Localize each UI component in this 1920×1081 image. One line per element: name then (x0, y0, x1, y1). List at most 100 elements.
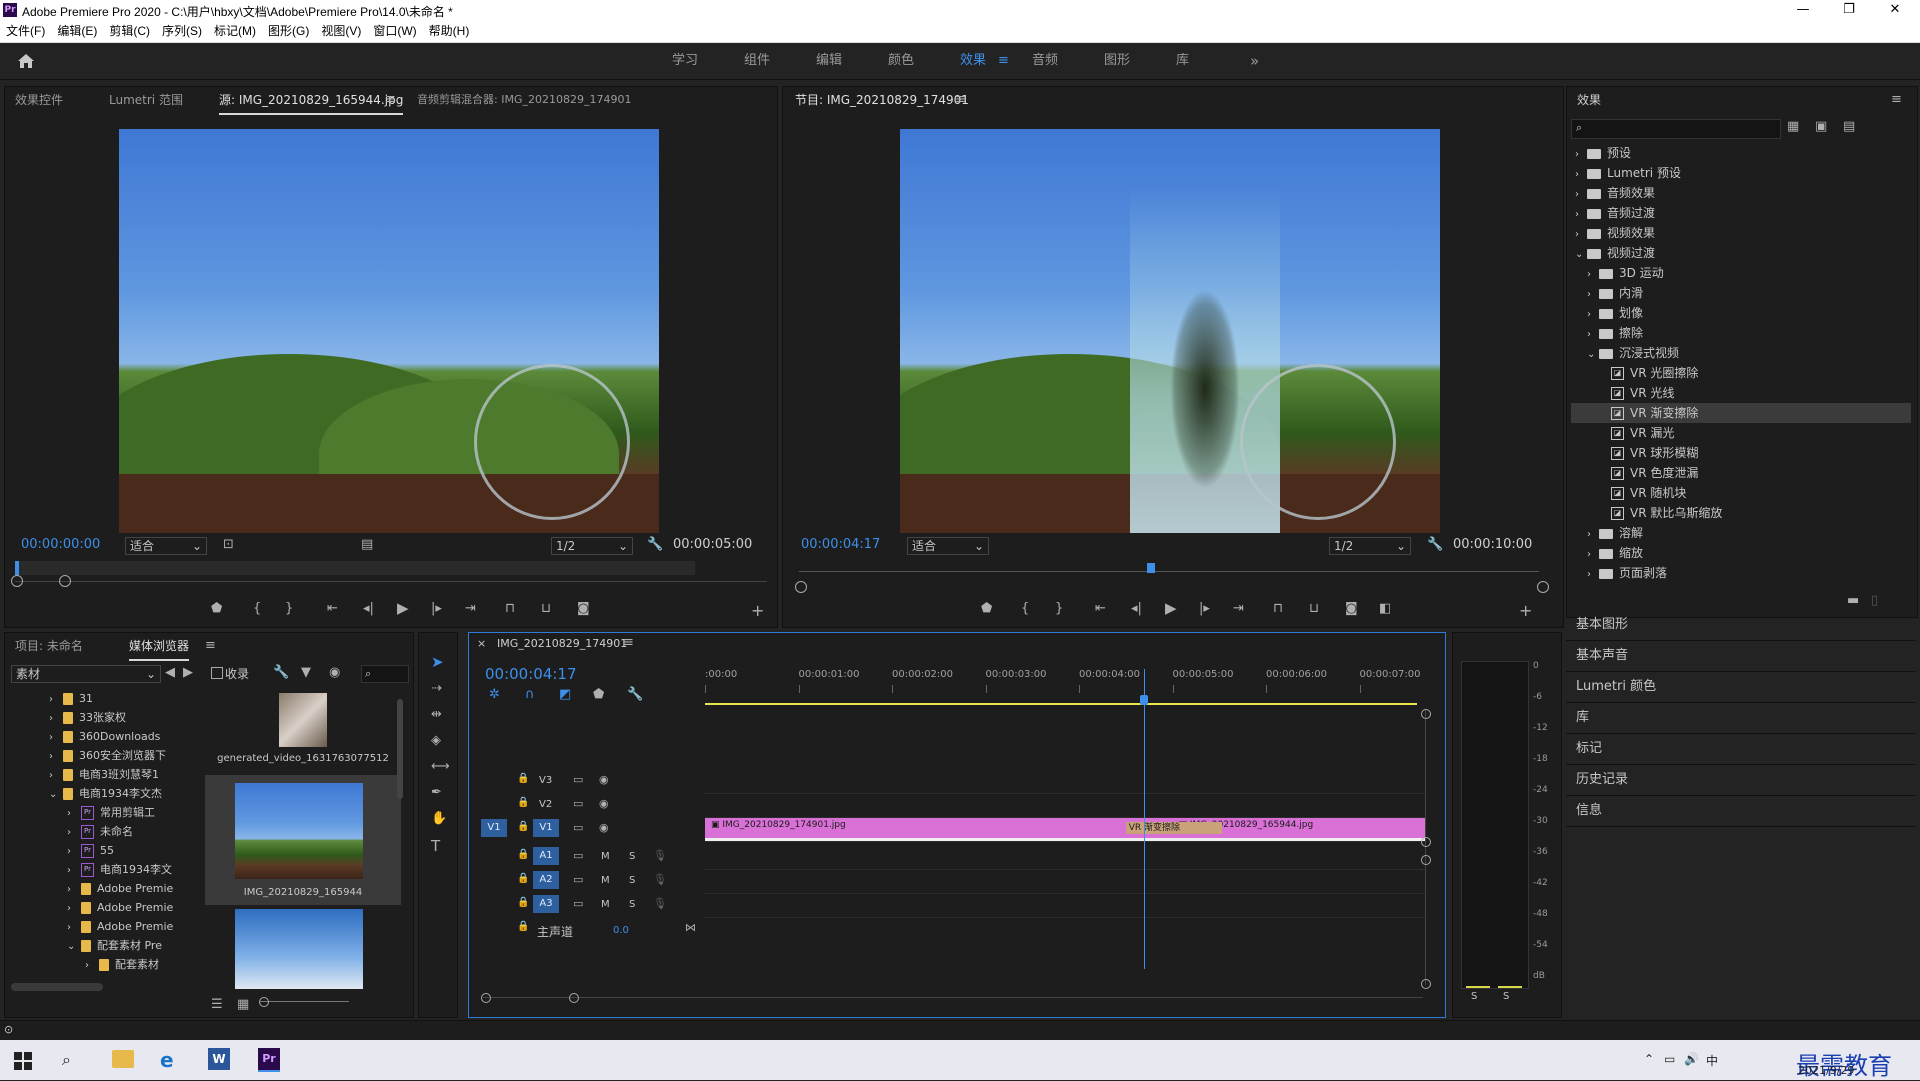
program-fit-dropdown[interactable]: 适合 ⌄ (907, 537, 989, 555)
thumbnail-item[interactable] (205, 909, 401, 989)
chevron-right-icon[interactable]: › (1587, 525, 1599, 545)
tab-effect-controls[interactable]: 效果控件 (15, 87, 63, 113)
play-icon[interactable]: ▶ (397, 599, 409, 617)
file-tree-item[interactable]: › Adobe Premie (9, 879, 205, 898)
program-video-frame[interactable] (900, 129, 1440, 533)
scroll-handle[interactable] (1421, 709, 1431, 719)
chevron-right-icon[interactable]: › (49, 766, 63, 785)
chevron-right-icon[interactable]: › (1587, 325, 1599, 345)
side-panel-tab[interactable]: 标记 (1566, 734, 1916, 765)
workspace-menu-icon[interactable]: ≡ (998, 43, 1009, 79)
lock-icon[interactable]: 🔒 (517, 821, 529, 832)
go-to-in-icon[interactable]: ⇤ (327, 601, 338, 616)
effects-tree-item[interactable]: ◪ VR 光圈擦除 (1571, 363, 1911, 383)
file-tree-item[interactable]: › Adobe Premie (9, 917, 205, 936)
file-tree-item[interactable]: › Pr 常用剪辑工 (9, 803, 205, 822)
menu-item[interactable]: 文件(F) (0, 20, 51, 42)
effects-tree-item[interactable]: › 预设 (1571, 143, 1911, 163)
filter-icon[interactable]: ▼ (301, 665, 311, 680)
solo-button[interactable]: S (629, 851, 635, 862)
delete-icon[interactable]: ▯ (1871, 593, 1878, 608)
chevron-right-icon[interactable]: › (1575, 145, 1587, 165)
camera-icon[interactable]: ◙ (1345, 601, 1358, 616)
mark-in-icon[interactable]: { (253, 601, 261, 616)
effects-tree-item[interactable]: › 缩放 (1571, 543, 1911, 563)
source-timecode[interactable]: 00:00:00:00 (21, 537, 100, 552)
chevron-right-icon[interactable]: › (49, 728, 63, 747)
workspace-tab-color[interactable]: 颜色 (888, 43, 914, 79)
workspace-tab-learn[interactable]: 学习 (672, 43, 698, 79)
play-icon[interactable]: ▶ (1165, 599, 1177, 617)
chevron-down-icon[interactable]: ⌄ (49, 785, 63, 804)
zoom-slider-handle[interactable] (259, 997, 269, 1007)
track-label-a2[interactable]: A2 (533, 871, 559, 889)
side-panel-tab[interactable]: 基本声音 (1566, 641, 1916, 672)
step-forward-icon[interactable]: |▸ (431, 601, 442, 616)
menu-item[interactable]: 帮助(H) (423, 20, 476, 42)
wrench-icon[interactable]: 🔧 (273, 665, 289, 680)
chevron-right-icon[interactable]: › (49, 747, 63, 766)
workspace-tab-audio[interactable]: 音频 (1032, 43, 1058, 79)
sequence-tab[interactable]: IMG_20210829_174901 (497, 637, 627, 650)
volume-icon[interactable]: 🔊 (1684, 1052, 1699, 1066)
effects-tree-item[interactable]: ◪ VR 色度泄漏 (1571, 463, 1911, 483)
chevron-right-icon[interactable]: › (49, 709, 63, 728)
windows-start-icon[interactable] (14, 1052, 32, 1070)
file-tree-item[interactable]: › 360安全浏览器下 (9, 746, 205, 765)
mark-out-icon[interactable]: } (285, 601, 293, 616)
eye-icon[interactable]: ◉ (599, 797, 609, 810)
back-arrow-icon[interactable]: ◀ (165, 665, 175, 680)
pen-tool-icon[interactable]: ✒ (431, 785, 442, 800)
go-to-in-icon[interactable]: ⇤ (1095, 601, 1106, 616)
track-label-v2[interactable]: V2 (539, 799, 552, 810)
effects-tree-item[interactable]: › 视频效果 (1571, 223, 1911, 243)
chevron-down-icon[interactable]: ⌄ (67, 937, 81, 956)
workspace-tab-graphics[interactable]: 图形 (1104, 43, 1130, 79)
timeline-clip[interactable]: ▣ IMG_20210829_174901.jpg (705, 818, 1173, 841)
solo-right-button[interactable]: S (1503, 991, 1509, 1002)
source-resolution-dropdown[interactable]: 1/2 ⌄ (551, 537, 633, 555)
scroll-handle[interactable] (1421, 837, 1431, 847)
program-resolution-dropdown[interactable]: 1/2 ⌄ (1329, 537, 1411, 555)
chevron-right-icon[interactable]: › (1575, 185, 1587, 205)
effects-tree-item[interactable]: › 音频过渡 (1571, 203, 1911, 223)
chevron-right-icon[interactable]: › (1587, 285, 1599, 305)
side-panel-tab[interactable]: 基本图形 (1566, 610, 1916, 641)
track-label-v3[interactable]: V3 (539, 775, 552, 786)
effects-tree-item[interactable]: ◪ VR 随机块 (1571, 483, 1911, 503)
chevron-right-icon[interactable]: › (67, 918, 81, 937)
sync-lock-icon[interactable]: ▭ (573, 873, 583, 886)
insert-icon[interactable]: ⊓ (505, 601, 515, 616)
go-to-out-icon[interactable]: ⇥ (465, 601, 476, 616)
lock-icon[interactable]: 🔒 (517, 849, 529, 860)
tab-project[interactable]: 项目: 未命名 (15, 633, 83, 659)
icon-view-icon[interactable]: ▦ (237, 997, 249, 1012)
source-patch-v1[interactable]: V1 (481, 819, 507, 837)
mute-button[interactable]: M (601, 899, 610, 910)
horizontal-scrollbar[interactable] (483, 997, 1423, 998)
zoom-handle-left[interactable] (795, 581, 807, 593)
lock-icon[interactable]: 🔒 (517, 921, 529, 932)
source-video-frame[interactable] (119, 129, 659, 533)
workspace-more-button[interactable]: » (1250, 43, 1259, 79)
tab-audio-clip-mixer[interactable]: 音频剪辑混合器: IMG_20210829_174901 (417, 87, 631, 113)
tab-program[interactable]: 节目: IMG_20210829_174901 (795, 87, 969, 113)
chevron-down-icon[interactable]: ⌄ (1587, 345, 1599, 365)
hand-tool-icon[interactable]: ✋ (431, 811, 447, 826)
source-fit-dropdown[interactable]: 适合 ⌄ (125, 537, 207, 555)
workspace-tab-libraries[interactable]: 库 (1176, 43, 1189, 79)
chevron-right-icon[interactable]: › (1575, 165, 1587, 185)
file-tree-item[interactable]: › 配套素材 (9, 955, 205, 974)
scroll-handle[interactable] (569, 993, 579, 1003)
scroll-handle[interactable] (481, 993, 491, 1003)
tray-chevron-icon[interactable]: ⌃ (1644, 1052, 1654, 1066)
eye-icon[interactable]: ◉ (599, 773, 609, 786)
network-icon[interactable]: ▭ (1664, 1052, 1675, 1066)
effects-tree-item[interactable]: ◪ VR 光线 (1571, 383, 1911, 403)
effects-tree-item[interactable]: › 溶解 (1571, 523, 1911, 543)
mic-icon[interactable]: 🎙 (653, 873, 667, 886)
search-icon[interactable]: ⌕ (62, 1050, 71, 1070)
export-frame-icon[interactable]: ▤ (361, 537, 373, 552)
source-playhead[interactable] (15, 561, 19, 575)
file-tree-item[interactable]: › Adobe Premie (9, 898, 205, 917)
